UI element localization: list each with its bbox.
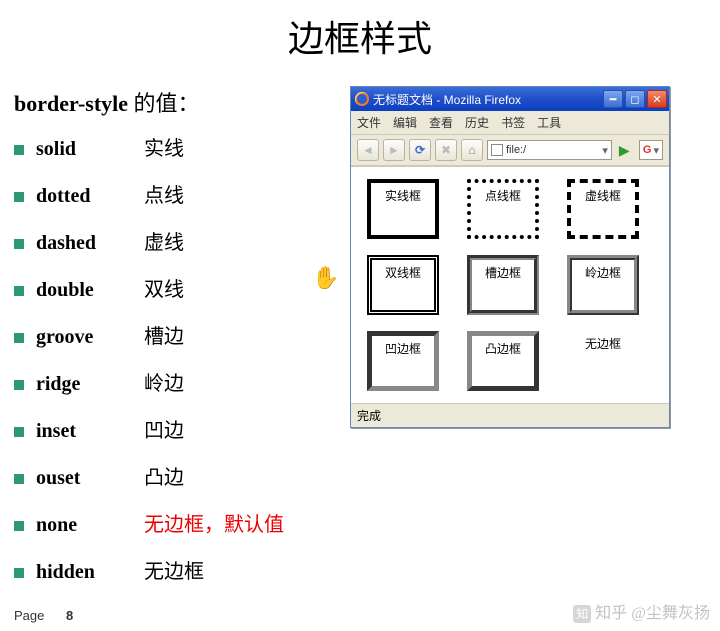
list-item: ridge岭边 bbox=[14, 367, 350, 396]
style-value-name: dotted bbox=[36, 185, 144, 208]
menu-bar: 文件编辑查看历史书签工具 bbox=[351, 111, 669, 134]
bullet-icon bbox=[14, 192, 24, 202]
style-value-name: groove bbox=[36, 326, 144, 349]
style-value-desc: 点线 bbox=[144, 179, 184, 208]
style-value-desc: 无边框 bbox=[144, 555, 204, 584]
style-value-desc: 虚线 bbox=[144, 226, 184, 255]
menu-item[interactable]: 书签 bbox=[501, 114, 525, 131]
go-button[interactable]: ▶ bbox=[619, 142, 635, 158]
style-value-desc: 凸边 bbox=[144, 461, 184, 490]
minimize-button[interactable]: ━ bbox=[603, 90, 623, 108]
bullet-icon bbox=[14, 521, 24, 531]
menu-item[interactable]: 历史 bbox=[465, 114, 489, 131]
list-item: ouset凸边 bbox=[14, 461, 350, 490]
list-item: none无边框，默认值 bbox=[14, 508, 350, 537]
forward-button[interactable]: ► bbox=[383, 139, 405, 161]
reload-button[interactable]: ⟳ bbox=[409, 139, 431, 161]
border-demo-box: 无边框 bbox=[567, 331, 639, 391]
bullet-icon bbox=[14, 286, 24, 296]
slide-title: 边框样式 bbox=[0, 10, 720, 62]
style-value-desc: 无边框，默认值 bbox=[144, 508, 284, 537]
heading-prefix: border-style bbox=[14, 91, 128, 116]
style-value-name: inset bbox=[36, 420, 144, 443]
bullet-icon bbox=[14, 380, 24, 390]
style-list: solid实线 dotted点线 dashed虚线 double双线 groove槽边 r… bbox=[14, 132, 350, 584]
style-value-name: solid bbox=[36, 138, 144, 161]
left-column: border-style 的值： solid实线 dotted点线 dashed虚线… bbox=[0, 86, 350, 602]
bullet-icon bbox=[14, 568, 24, 578]
list-item: dashed虚线 bbox=[14, 226, 350, 255]
style-value-name: ridge bbox=[36, 373, 144, 396]
watermark-text: 知乎 @尘舞灰扬 bbox=[595, 605, 710, 622]
page-icon bbox=[491, 144, 503, 156]
border-demo-box: 点线框 bbox=[467, 179, 539, 239]
watermark: 知知乎 @尘舞灰扬 bbox=[573, 599, 710, 623]
close-button[interactable]: ✕ bbox=[647, 90, 667, 108]
maximize-button[interactable]: ◻ bbox=[625, 90, 645, 108]
list-item: dotted点线 bbox=[14, 179, 350, 208]
style-value-desc: 凹边 bbox=[144, 414, 184, 443]
border-demo-box: 凹边框 bbox=[367, 331, 439, 391]
heading-suffix: 的值： bbox=[128, 91, 200, 116]
address-bar[interactable]: file:/ ▾ bbox=[487, 140, 612, 160]
style-value-desc: 槽边 bbox=[144, 320, 184, 349]
style-value-desc: 实线 bbox=[144, 132, 184, 161]
search-engine-select[interactable]: G▾ bbox=[639, 140, 663, 160]
style-value-name: dashed bbox=[36, 232, 144, 255]
firefox-icon bbox=[355, 92, 369, 106]
list-item: inset凹边 bbox=[14, 414, 350, 443]
border-demo-box: 双线框 bbox=[367, 255, 439, 315]
toolbar: ◄ ► ⟳ ✖ ⌂ file:/ ▾ ▶ G▾ bbox=[351, 134, 669, 166]
zhihu-icon: 知 bbox=[573, 605, 591, 623]
list-item: groove槽边 bbox=[14, 320, 350, 349]
style-value-name: hidden bbox=[36, 561, 144, 584]
back-button[interactable]: ◄ bbox=[357, 139, 379, 161]
menu-item[interactable]: 文件 bbox=[357, 114, 381, 131]
border-demo-box: 实线框 bbox=[367, 179, 439, 239]
bullet-icon bbox=[14, 474, 24, 484]
right-column: 无标题文档 - Mozilla Firefox ━ ◻ ✕ 文件编辑查看历史书签… bbox=[350, 86, 690, 602]
list-item: double双线 bbox=[14, 273, 350, 302]
window-title: 无标题文档 - Mozilla Firefox bbox=[373, 91, 603, 108]
status-bar: 完成 bbox=[351, 403, 669, 427]
bullet-icon bbox=[14, 333, 24, 343]
border-demo-box: 岭边框 bbox=[567, 255, 639, 315]
search-engine-letter: G bbox=[643, 144, 652, 156]
list-item: solid实线 bbox=[14, 132, 350, 161]
list-item: hidden无边框 bbox=[14, 555, 350, 584]
heading: border-style 的值： bbox=[14, 86, 350, 118]
style-value-desc: 岭边 bbox=[144, 367, 184, 396]
address-text: file:/ bbox=[506, 144, 526, 156]
menu-item[interactable]: 编辑 bbox=[393, 114, 417, 131]
bullet-icon bbox=[14, 239, 24, 249]
firefox-window: 无标题文档 - Mozilla Firefox ━ ◻ ✕ 文件编辑查看历史书签… bbox=[350, 86, 670, 428]
bullet-icon bbox=[14, 427, 24, 437]
style-value-desc: 双线 bbox=[144, 273, 184, 302]
menu-item[interactable]: 查看 bbox=[429, 114, 453, 131]
style-value-name: none bbox=[36, 514, 144, 537]
border-demo-box: 凸边框 bbox=[467, 331, 539, 391]
menu-item[interactable]: 工具 bbox=[537, 114, 561, 131]
stop-button[interactable]: ✖ bbox=[435, 139, 457, 161]
window-titlebar[interactable]: 无标题文档 - Mozilla Firefox ━ ◻ ✕ bbox=[351, 87, 669, 111]
home-button[interactable]: ⌂ bbox=[461, 139, 483, 161]
border-demo-box: 槽边框 bbox=[467, 255, 539, 315]
bullet-icon bbox=[14, 145, 24, 155]
browser-viewport: 实线框点线框虚线框双线框槽边框岭边框凹边框凸边框无边框 bbox=[351, 166, 669, 403]
hand-cursor-icon: ✋ bbox=[312, 265, 339, 291]
style-value-name: double bbox=[36, 279, 144, 302]
border-demo-box: 虚线框 bbox=[567, 179, 639, 239]
style-value-name: ouset bbox=[36, 467, 144, 490]
